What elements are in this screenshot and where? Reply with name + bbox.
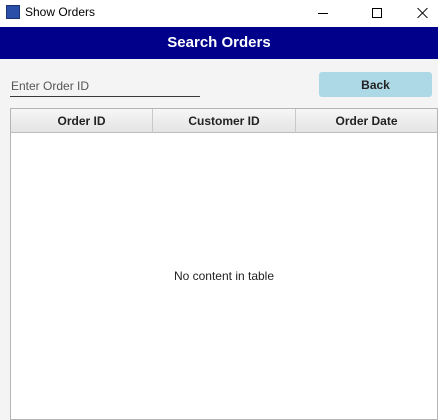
empty-table-placeholder: No content in table	[11, 133, 437, 419]
close-icon	[417, 7, 429, 19]
window-title: Show Orders	[25, 5, 96, 19]
table-header: Order ID Customer ID Order Date	[11, 109, 437, 133]
orders-table[interactable]: Order ID Customer ID Order Date No conte…	[10, 108, 438, 420]
page-header: Search Orders	[0, 27, 438, 59]
column-header-order-id[interactable]: Order ID	[11, 109, 153, 133]
column-header-order-date[interactable]: Order Date	[296, 109, 437, 133]
page-title: Search Orders	[167, 34, 271, 51]
close-button[interactable]	[400, 0, 438, 26]
java-app-icon	[6, 5, 20, 19]
back-button[interactable]: Back	[319, 72, 432, 97]
column-header-customer-id[interactable]: Customer ID	[153, 109, 296, 133]
order-id-input[interactable]	[10, 75, 200, 97]
maximize-icon	[372, 8, 382, 18]
minimize-button[interactable]	[300, 0, 346, 26]
empty-table-message: No content in table	[173, 269, 275, 283]
minimize-icon	[318, 12, 328, 14]
title-bar: Show Orders	[0, 0, 438, 26]
main-content: Back Order ID Customer ID Order Date No …	[0, 59, 438, 420]
maximize-button[interactable]	[354, 0, 400, 26]
